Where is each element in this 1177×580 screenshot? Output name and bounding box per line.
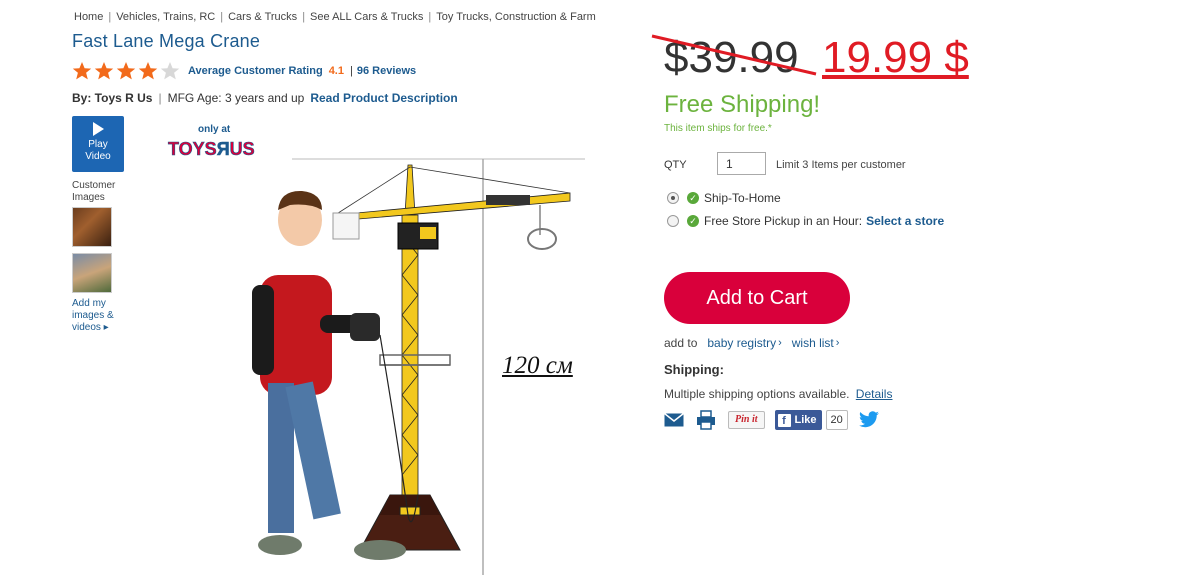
qty-input[interactable] [717,152,766,175]
store-pickup-label: Free Store Pickup in an Hour: [704,214,863,228]
breadcrumb-separator: | [220,11,224,23]
ship-to-home-label: Ship-To-Home [704,191,781,205]
breadcrumb-home[interactable]: Home [74,11,103,23]
shipping-details-link[interactable]: Details [856,387,893,401]
free-shipping-heading: Free Shipping! [664,91,821,118]
rating-stars[interactable] [72,61,180,81]
shipping-info: Multiple shipping options available. Det… [664,387,892,401]
byline: By: Toys R Us | MFG Age: 3 years and up … [72,91,458,105]
product-title: Fast Lane Mega Crane [72,31,261,51]
store-pickup-option[interactable]: ✓ Free Store Pickup in an Hour: Select a… [667,214,944,228]
qty-label: QTY [664,159,687,171]
add-to-row: add to baby registry › wish list › [664,336,839,350]
facebook-icon: f [777,413,791,427]
store-pickup-radio[interactable] [667,215,679,227]
sale-price: 19.99 $ [822,33,969,82]
breadcrumb-vehicles[interactable]: Vehicles, Trains, RC [116,11,215,23]
breadcrumb-separator: | [302,11,306,23]
brand-label: By: Toys R Us [72,91,153,105]
rating-separator: | [349,65,353,77]
star-icon [116,62,136,80]
facebook-like-label: Like [794,414,817,426]
add-media-link[interactable]: Add my images & videos ▸ [72,298,132,334]
share-bar: Pin it f Like 20 [664,408,880,432]
facebook-like-count: 20 [825,410,848,430]
breadcrumb-separator: | [428,11,432,23]
add-to-label: add to [664,336,698,350]
baby-registry-link[interactable]: baby registry [707,336,776,350]
video-label: Video [85,151,111,162]
breadcrumb-toy-trucks[interactable]: Toy Trucks, Construction & Farm [436,11,596,23]
logo-tagline: only at [198,124,231,135]
height-annotation: 120 см [502,352,573,379]
mail-icon[interactable] [664,413,684,427]
ships-free-note: This item ships for free.* [664,123,772,134]
rating-label[interactable]: Average Customer Rating [188,65,323,77]
breadcrumb-separator: | [108,11,112,23]
breadcrumb: Home | Vehicles, Trains, RC | Cars & Trucks |… [74,11,596,23]
star-icon [72,62,92,80]
star-icon [138,62,158,80]
star-icon [160,62,180,80]
play-video-button[interactable]: Play Video [72,116,124,172]
facebook-like-button[interactable]: f Like [774,410,822,430]
customer-images-label: Customer Images [72,180,116,203]
star-icon [94,62,114,80]
read-description-link[interactable]: Read Product Description [310,91,457,105]
check-icon: ✓ [687,192,699,204]
reviews-link[interactable]: 96 Reviews [357,65,416,77]
customer-image-thumb[interactable] [72,207,112,247]
strikethrough-mark [651,34,817,76]
print-icon[interactable] [696,410,716,430]
play-icon [92,122,104,136]
select-store-link[interactable]: Select a store [866,214,944,228]
chevron-right-icon: › [778,337,782,349]
wish-list-link[interactable]: wish list [792,336,834,350]
pin-it-button[interactable]: Pin it [728,411,765,429]
chevron-right-icon: › [835,337,840,349]
breadcrumb-see-all[interactable]: See ALL Cars & Trucks [310,11,423,23]
twitter-icon[interactable] [858,411,880,429]
shipping-heading: Shipping: [664,362,724,377]
check-icon: ✓ [687,215,699,227]
customer-image-thumb[interactable] [72,253,112,293]
qty-limit-text: Limit 3 Items per customer [776,159,906,171]
shipping-text: Multiple shipping options available. [664,387,850,401]
rating-value: 4.1 [328,65,344,77]
breadcrumb-cars-trucks[interactable]: Cars & Trucks [228,11,297,23]
rating-row: Average Customer Rating 4.1 | 96 Reviews [72,60,416,82]
byline-separator: | [158,91,162,105]
add-to-cart-button[interactable]: Add to Cart [664,272,850,324]
play-label: Play [88,139,108,150]
mfg-age: MFG Age: 3 years and up [167,91,305,105]
ship-to-home-option[interactable]: ✓ Ship-To-Home [667,191,781,205]
ship-to-home-radio[interactable] [667,192,679,204]
